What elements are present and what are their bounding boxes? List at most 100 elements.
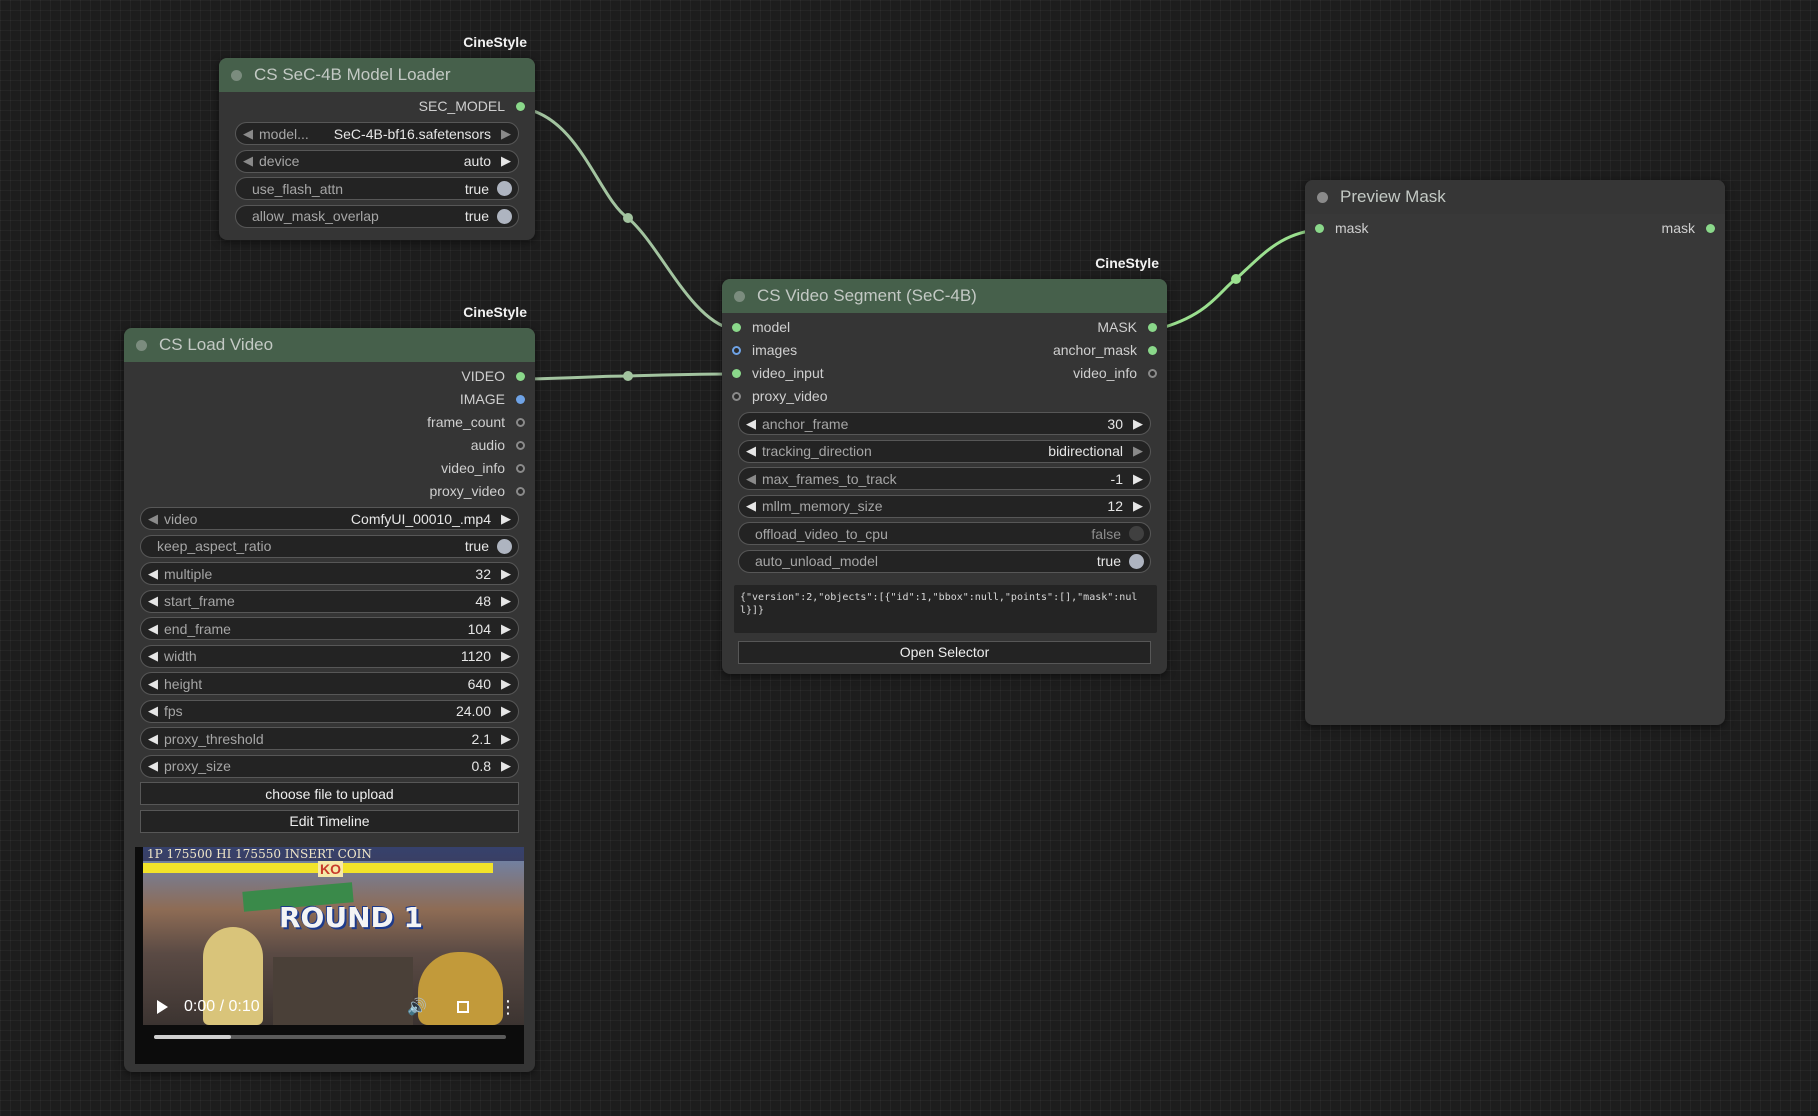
input-dot-icon[interactable] [1315, 223, 1324, 233]
increment-arrow-icon[interactable]: ▶ [497, 566, 515, 582]
mllm-memory-size-number[interactable]: ◀ mllm_memory_size 12 ▶ [738, 494, 1151, 518]
proxy-threshold-number[interactable]: ◀ proxy_threshold 2.1 ▶ [140, 727, 519, 750]
max-frames-to-track-number[interactable]: ◀ max_frames_to_track -1 ▶ [738, 467, 1151, 490]
open-selector-button[interactable]: Open Selector [738, 640, 1151, 664]
output-slot-video-info[interactable]: video_info [124, 457, 535, 480]
toggle-knob-icon[interactable] [497, 208, 512, 224]
output-slot-anchor-mask[interactable]: anchor_mask [1053, 342, 1157, 358]
decrement-arrow-icon[interactable]: ◀ [144, 648, 162, 664]
collapse-dot-icon[interactable] [734, 290, 745, 302]
increment-arrow-icon[interactable]: ▶ [497, 758, 515, 774]
decrement-arrow-icon[interactable]: ◀ [742, 498, 760, 514]
increment-arrow-icon[interactable]: ▶ [1129, 443, 1147, 459]
output-dot-icon[interactable] [1148, 322, 1157, 332]
increment-arrow-icon[interactable]: ▶ [497, 153, 515, 169]
use-flash-attn-toggle[interactable]: use_flash_attn true [235, 177, 519, 200]
decrement-arrow-icon[interactable]: ◀ [239, 126, 257, 142]
decrement-arrow-icon[interactable]: ◀ [742, 416, 760, 432]
fps-number[interactable]: ◀ fps 24.00 ▶ [140, 699, 519, 723]
fullscreen-icon[interactable] [457, 1000, 469, 1013]
node-video-segment[interactable]: CineStyle CS Video Segment (SeC-4B) mode… [722, 255, 1167, 674]
increment-arrow-icon[interactable]: ▶ [497, 621, 515, 637]
output-slot-mask[interactable]: mask [1662, 220, 1715, 236]
width-number[interactable]: ◀ width 1120 ▶ [140, 644, 519, 668]
increment-arrow-icon[interactable]: ▶ [1129, 498, 1147, 514]
increment-arrow-icon[interactable]: ▶ [497, 511, 515, 527]
output-slot-sec-model[interactable]: SEC_MODEL [219, 95, 535, 118]
wire-mask-midpoint[interactable] [1231, 274, 1241, 284]
auto-unload-model-toggle[interactable]: auto_unload_model true [738, 549, 1151, 573]
node-header[interactable]: Preview Mask [1305, 180, 1725, 214]
end-frame-number[interactable]: ◀ end_frame 104 ▶ [140, 617, 519, 640]
model-combo[interactable]: ◀ model... SeC-4B-bf16.safetensors ▶ [235, 122, 519, 145]
increment-arrow-icon[interactable]: ▶ [497, 731, 515, 747]
increment-arrow-icon[interactable]: ▶ [497, 648, 515, 664]
output-dot-icon[interactable] [516, 463, 525, 473]
collapse-dot-icon[interactable] [136, 339, 147, 351]
output-slot-frame-count[interactable]: frame_count [124, 411, 535, 434]
input-slot-images[interactable]: images [732, 342, 797, 358]
input-dot-icon[interactable] [732, 391, 741, 401]
decrement-arrow-icon[interactable]: ◀ [144, 593, 162, 609]
output-slot-mask[interactable]: MASK [1097, 319, 1157, 335]
allow-mask-overlap-toggle[interactable]: allow_mask_overlap true [235, 204, 519, 228]
toggle-knob-icon[interactable] [497, 181, 512, 196]
objects-json-textarea[interactable]: {"version":2,"objects":[{"id":1,"bbox":n… [734, 584, 1157, 633]
increment-arrow-icon[interactable]: ▶ [497, 676, 515, 692]
increment-arrow-icon[interactable]: ▶ [1129, 416, 1147, 432]
input-slot-model[interactable]: model [732, 319, 790, 335]
input-slot-proxy-video[interactable]: proxy_video [732, 388, 828, 404]
increment-arrow-icon[interactable]: ▶ [497, 593, 515, 609]
decrement-arrow-icon[interactable]: ◀ [742, 471, 760, 487]
decrement-arrow-icon[interactable]: ◀ [144, 758, 162, 774]
collapse-dot-icon[interactable] [1317, 191, 1328, 203]
output-dot-icon[interactable] [1706, 223, 1715, 233]
device-combo[interactable]: ◀ device auto ▶ [235, 149, 519, 173]
input-dot-icon[interactable] [732, 368, 741, 378]
offload-video-to-cpu-toggle[interactable]: offload_video_to_cpu false [738, 522, 1151, 545]
volume-icon[interactable]: 🔊 [407, 997, 427, 1017]
decrement-arrow-icon[interactable]: ◀ [239, 153, 257, 169]
output-slot-audio[interactable]: audio [124, 434, 535, 457]
decrement-arrow-icon[interactable]: ◀ [144, 731, 162, 747]
input-slot-mask[interactable]: mask [1315, 220, 1368, 236]
output-dot-icon[interactable] [516, 371, 525, 381]
more-options-icon[interactable]: ⋮ [499, 998, 517, 1016]
decrement-arrow-icon[interactable]: ◀ [144, 621, 162, 637]
node-load-video[interactable]: CineStyle CS Load Video VIDEO IMAGE fram… [124, 304, 535, 1072]
output-dot-icon[interactable] [1148, 345, 1157, 355]
node-model-loader[interactable]: CineStyle CS SeC-4B Model Loader SEC_MOD… [219, 34, 535, 240]
start-frame-number[interactable]: ◀ start_frame 48 ▶ [140, 589, 519, 613]
wire-sec-model-midpoint[interactable] [623, 213, 633, 223]
input-dot-icon[interactable] [732, 322, 741, 332]
decrement-arrow-icon[interactable]: ◀ [144, 566, 162, 582]
input-slot-video-input[interactable]: video_input [732, 365, 824, 381]
output-slot-video-info[interactable]: video_info [1073, 365, 1157, 381]
output-slot-image[interactable]: IMAGE [124, 388, 535, 411]
keep-aspect-ratio-toggle[interactable]: keep_aspect_ratio true [140, 534, 519, 558]
node-header[interactable]: CS Load Video [124, 328, 535, 362]
node-header[interactable]: CS Video Segment (SeC-4B) [722, 279, 1167, 313]
multiple-number[interactable]: ◀ multiple 32 ▶ [140, 562, 519, 585]
decrement-arrow-icon[interactable]: ◀ [742, 443, 760, 459]
video-combo[interactable]: ◀ video ComfyUI_00010_.mp4 ▶ [140, 507, 519, 530]
wire-video-midpoint[interactable] [623, 371, 633, 381]
increment-arrow-icon[interactable]: ▶ [497, 703, 515, 719]
collapse-dot-icon[interactable] [231, 69, 242, 81]
anchor-frame-number[interactable]: ◀ anchor_frame 30 ▶ [738, 412, 1151, 435]
proxy-size-number[interactable]: ◀ proxy_size 0.8 ▶ [140, 754, 519, 778]
input-dot-icon[interactable] [732, 345, 741, 355]
height-number[interactable]: ◀ height 640 ▶ [140, 672, 519, 695]
choose-file-button[interactable]: choose file to upload [140, 782, 519, 805]
tracking-direction-combo[interactable]: ◀ tracking_direction bidirectional ▶ [738, 439, 1151, 463]
video-progress-bar[interactable] [154, 1034, 506, 1039]
decrement-arrow-icon[interactable]: ◀ [144, 511, 162, 527]
output-dot-icon[interactable] [516, 417, 525, 427]
toggle-knob-icon[interactable] [1129, 526, 1144, 541]
output-dot-icon[interactable] [516, 486, 525, 496]
node-header[interactable]: CS SeC-4B Model Loader [219, 58, 535, 92]
output-slot-proxy-video[interactable]: proxy_video [124, 480, 535, 503]
edit-timeline-button[interactable]: Edit Timeline [140, 809, 519, 833]
video-preview[interactable]: 1P 175500 HI 175550 INSERT COIN KO ROUND… [135, 846, 524, 1064]
toggle-knob-icon[interactable] [1129, 553, 1144, 569]
